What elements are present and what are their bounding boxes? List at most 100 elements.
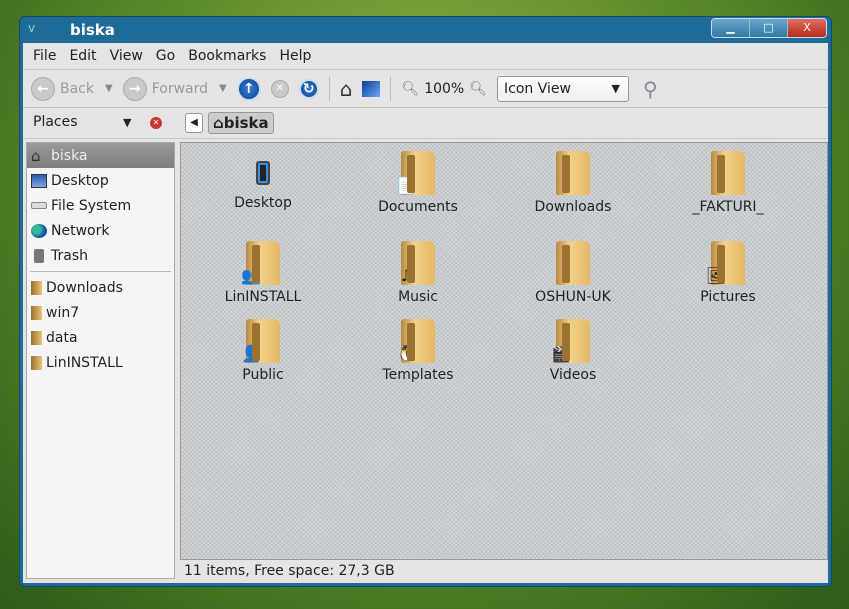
file-name: Templates — [382, 367, 454, 383]
public-folder-icon: 👤 — [241, 319, 280, 363]
menu-bar: File Edit View Go Bookmarks Help — [23, 43, 828, 70]
file-manager-window: v biska ▁ □ X File Edit View Go Bookmark… — [19, 16, 832, 587]
sidebar-item-label: data — [46, 329, 78, 346]
sidebar-item-label: win7 — [46, 304, 80, 321]
chevron-down-icon: ▼ — [611, 82, 621, 95]
public-emblem-icon: 👤 — [241, 344, 261, 363]
breadcrumb-back-button[interactable]: ◀ — [185, 113, 203, 133]
forward-history-dropdown[interactable]: ▼ — [219, 83, 227, 94]
documents-folder-icon: 📄 — [396, 151, 435, 195]
file-item[interactable]: Desktop — [203, 151, 323, 211]
zoom-out-button[interactable]: 🔍︎ — [401, 81, 419, 97]
status-bar: 11 items, Free space: 27,3 GB — [184, 563, 395, 579]
file-name: Documents — [378, 199, 458, 215]
sidebar-item-lininstall[interactable]: LinINSTALL — [27, 350, 174, 375]
downloads-folder-icon — [556, 151, 590, 195]
breadcrumb-biska[interactable]: ⌂biska — [208, 112, 274, 134]
pictures-emblem-icon: 🖼 — [705, 266, 727, 285]
sidebar-item-trash[interactable]: Trash — [27, 243, 174, 268]
search-button[interactable]: ⚲ — [643, 77, 658, 101]
sidebar-item-file-system[interactable]: File System — [27, 193, 174, 218]
sidebar-item-desktop[interactable]: Desktop — [27, 168, 174, 193]
menu-go[interactable]: Go — [156, 48, 175, 64]
folder-icon — [31, 355, 42, 370]
menu-file[interactable]: File — [33, 48, 56, 64]
file-item[interactable]: 📄 Documents — [358, 151, 478, 215]
file-name: Desktop — [234, 195, 292, 211]
network-icon — [31, 223, 47, 238]
file-item[interactable]: 👤 Public — [203, 319, 323, 383]
sidebar-item-label: LinINSTALL — [46, 354, 123, 371]
folder-icon — [31, 305, 42, 320]
breadcrumb-label: biska — [223, 114, 269, 132]
file-item[interactable]: ♪ Music — [358, 241, 478, 305]
back-history-dropdown[interactable]: ▼ — [105, 83, 113, 94]
menu-edit[interactable]: Edit — [69, 48, 96, 64]
sidebar-item-label: Downloads — [46, 279, 123, 296]
menu-bookmarks[interactable]: Bookmarks — [188, 48, 266, 64]
sidebar-item-biska[interactable]: ⌂ biska — [27, 143, 174, 168]
file-item[interactable]: Downloads — [513, 151, 633, 215]
sidebar-item-data[interactable]: data — [27, 325, 174, 350]
forward-label: Forward — [151, 80, 209, 97]
back-arrow-icon: ← — [31, 76, 55, 101]
file-item[interactable]: 🎬 Videos — [513, 319, 633, 383]
menu-view[interactable]: View — [110, 48, 143, 64]
forward-button[interactable]: → Forward ▼ — [122, 76, 227, 101]
back-button[interactable]: ← Back ▼ — [31, 76, 113, 101]
sidebar-item-label: biska — [51, 147, 88, 164]
shared-emblem-icon: 👥 — [241, 266, 261, 285]
file-item[interactable]: _FAKTURI_ — [668, 151, 788, 215]
desktop-icon — [31, 173, 47, 188]
toolbar-separator — [390, 76, 392, 101]
sidebar-item-label: Network — [51, 222, 110, 239]
folder-icon — [556, 241, 590, 285]
sidebar-item-win7[interactable]: win7 — [27, 300, 174, 325]
file-item[interactable]: 🐧 Templates — [358, 319, 478, 383]
home-button[interactable]: ⌂ — [340, 77, 353, 101]
sidebar-divider — [30, 271, 171, 272]
maximize-button[interactable]: □ — [750, 19, 788, 37]
drive-icon — [31, 202, 47, 209]
view-mode-select[interactable]: Icon View ▼ — [497, 75, 630, 102]
home-icon: ⌂ — [31, 146, 41, 165]
music-emblem-icon: ♪ — [400, 266, 412, 285]
file-item[interactable]: 🖼 Pictures — [668, 241, 788, 305]
close-sidebar-button[interactable]: ✕ — [150, 117, 162, 129]
toolbar: ← Back ▼ → Forward ▼ ↑ ✕ ↻ ⌂ 🔍︎ 100% 🔍︎ Icon V… — [23, 70, 828, 108]
view-mode-value: Icon View — [504, 80, 571, 97]
file-name: _FAKTURI_ — [692, 199, 764, 215]
menu-help[interactable]: Help — [279, 48, 311, 64]
pictures-folder-icon: 🖼 — [706, 241, 745, 285]
sidebar-item-label: Desktop — [51, 172, 109, 189]
back-label: Back — [60, 80, 94, 97]
music-folder-icon: ♪ — [401, 241, 435, 285]
computer-button[interactable] — [362, 80, 381, 97]
file-name: Videos — [549, 367, 597, 383]
file-view[interactable]: Desktop 📄 Documents Downloads _FAKTURI_ 👥 LinI… — [180, 142, 828, 560]
sidebar-item-label: File System — [51, 197, 132, 214]
file-item[interactable]: OSHUN-UK — [513, 241, 633, 305]
title-bar[interactable]: v biska ▁ □ X — [20, 17, 831, 43]
file-name: OSHUN-UK — [535, 289, 611, 305]
sidebar-item-network[interactable]: Network — [27, 218, 174, 243]
templates-emblem-icon: 🐧 — [396, 344, 416, 363]
stop-button[interactable]: ✕ — [270, 79, 289, 98]
zoom-in-button[interactable]: 🔍︎ — [469, 81, 487, 97]
window-title: biska — [70, 21, 115, 39]
file-name: Pictures — [700, 289, 756, 305]
reload-button[interactable]: ↻ — [298, 78, 319, 99]
close-button[interactable]: X — [788, 19, 826, 37]
minimize-button[interactable]: ▁ — [712, 19, 750, 37]
sidebar-item-label: Trash — [51, 247, 88, 264]
places-dropdown[interactable]: ▼ — [123, 116, 131, 129]
file-name: LinINSTALL — [224, 289, 302, 305]
folder-icon — [31, 280, 42, 295]
zoom-level: 100% — [424, 80, 465, 97]
location-bar: Places ▼ ✕ ◀ ⌂biska — [23, 108, 828, 139]
toolbar-separator — [328, 76, 330, 101]
up-button[interactable]: ↑ — [236, 76, 261, 101]
sidebar-item-downloads[interactable]: Downloads — [27, 275, 174, 300]
window-menu-icon[interactable]: v — [28, 21, 35, 35]
file-item[interactable]: 👥 LinINSTALL — [203, 241, 323, 305]
